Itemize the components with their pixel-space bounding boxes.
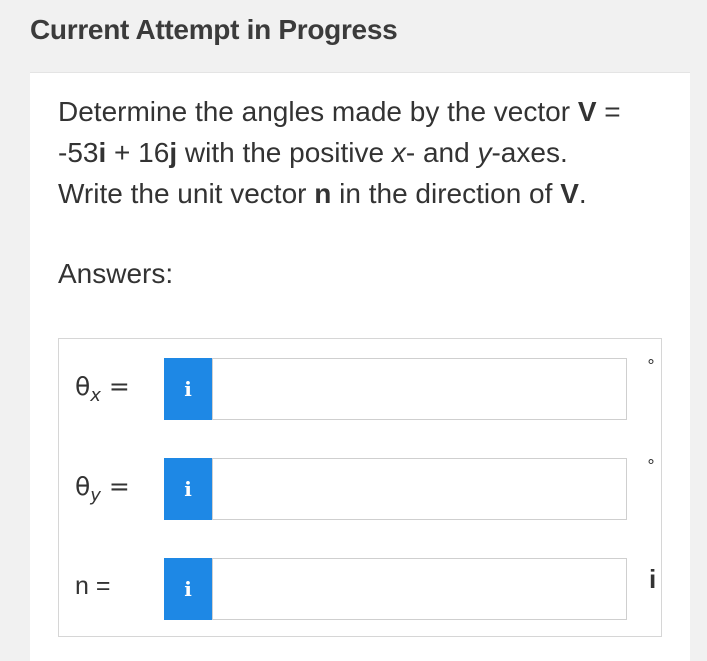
unit-i-suffix: i <box>649 564 657 594</box>
question-line1-prefix: Determine the angles made by the vector <box>58 96 578 127</box>
theta-y-equals: = <box>100 472 130 501</box>
page: Current Attempt in Progress Determine th… <box>0 0 707 661</box>
vector-expr-a: -53 <box>58 137 99 168</box>
n-input[interactable] <box>212 558 627 620</box>
question-line1-suffix: = <box>596 96 621 127</box>
answer-row-theta-x: θx = i ° <box>59 356 661 420</box>
page-title: Current Attempt in Progress <box>30 14 398 45</box>
question-line2-and: - and <box>405 137 478 168</box>
vector-symbol-2: V <box>560 178 579 209</box>
theta-y-label: θy = <box>75 472 130 506</box>
y-axis-symbol: y <box>477 137 492 168</box>
question-line3-end: . <box>578 178 587 209</box>
vector-expr-b: + 16 <box>106 137 170 168</box>
question-line3-mid: in the direction of <box>331 178 561 209</box>
answers-box: θx = i ° θy = i ° n = i i <box>58 338 662 637</box>
theta-x-label: θx = <box>75 372 130 406</box>
theta-y-input[interactable] <box>212 458 627 520</box>
question-card: Determine the angles made by the vector … <box>30 72 690 661</box>
question-line2-end: -axes. <box>491 137 568 168</box>
answer-row-theta-y: θy = i ° <box>59 456 661 520</box>
unit-j-symbol: j <box>169 137 178 168</box>
vector-symbol: V <box>577 96 597 127</box>
degree-unit: ° <box>647 456 655 475</box>
n-equals: = <box>88 572 111 600</box>
x-axis-symbol: x <box>391 137 406 168</box>
theta-x-equals: = <box>100 372 130 401</box>
theta-y-subscript: y <box>90 485 101 506</box>
theta-x-input[interactable] <box>212 358 627 420</box>
degree-unit: ° <box>647 356 655 375</box>
question-line2-mid: with the positive <box>177 137 392 168</box>
info-icon[interactable]: i <box>164 358 212 420</box>
info-icon[interactable]: i <box>164 458 212 520</box>
question-line3-prefix: Write the unit vector <box>58 178 315 209</box>
answer-row-n: n = i i <box>59 558 661 620</box>
question-text: Determine the angles made by the vector … <box>58 91 658 214</box>
theta-x-subscript: x <box>90 385 101 406</box>
info-icon[interactable]: i <box>164 558 212 620</box>
theta-y-symbol: θ <box>75 472 91 501</box>
unit-vector-symbol: n <box>314 178 332 209</box>
n-symbol: n <box>75 572 89 600</box>
n-label: n = <box>75 572 110 601</box>
answers-label: Answers: <box>58 258 174 289</box>
theta-x-symbol: θ <box>75 372 91 401</box>
